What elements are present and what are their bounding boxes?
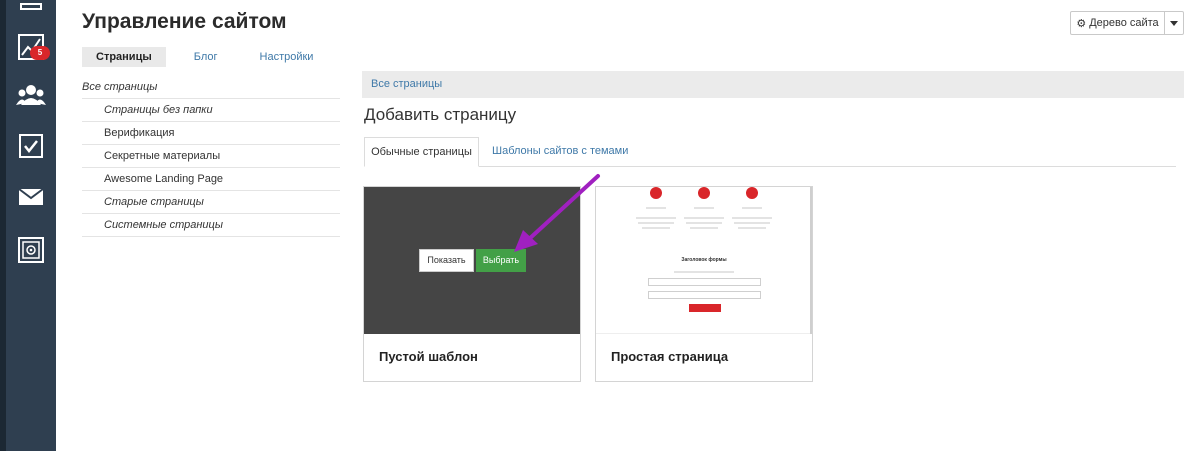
template-caption: Пустой шаблон <box>379 349 478 364</box>
preview-text-line <box>684 217 724 219</box>
folder-old-pages[interactable]: Старые страницы <box>82 191 340 214</box>
template-caption: Простая страница <box>611 349 729 364</box>
chevron-down-icon <box>1170 20 1178 26</box>
template-card-simple[interactable]: Заголовок формы Простая страница <box>595 186 813 382</box>
nav-item-settings[interactable] <box>6 225 56 275</box>
nav-item-top[interactable] <box>6 0 56 14</box>
preview-text-line <box>694 207 714 209</box>
nav-item-users[interactable] <box>6 70 56 120</box>
preview-input <box>648 278 761 286</box>
checkbox-icon <box>19 134 43 158</box>
preview-text-line <box>742 207 762 209</box>
preview-feature-icon <box>650 187 662 199</box>
preview-text-line <box>686 222 722 224</box>
template-preview-blank: Показать Выбрать <box>364 187 580 334</box>
site-tree-main[interactable]: ⚙ Дерево сайта <box>1071 12 1165 34</box>
folder-list: Все страницы Страницы без папки Верифика… <box>82 76 340 237</box>
preview-text-line <box>738 227 766 229</box>
safe-icon <box>18 237 44 263</box>
template-tabs: Обычные страницы Шаблоны сайтов с темами <box>364 137 1176 167</box>
preview-text-line <box>642 227 670 229</box>
folder-no-folder[interactable]: Страницы без папки <box>82 99 340 122</box>
tab-blog[interactable]: Блог <box>180 47 232 67</box>
nav-item-statistics[interactable] <box>6 22 56 72</box>
preview-form-subtitle <box>674 271 734 273</box>
preview-text-line <box>690 227 718 229</box>
gear-icon: ⚙ <box>1076 17 1087 30</box>
preview-text-line <box>732 217 772 219</box>
section-title: Добавить страницу <box>364 105 517 124</box>
preview-text-line <box>646 207 666 209</box>
tab-pages[interactable]: Страницы <box>82 47 166 67</box>
preview-text-line <box>636 217 676 219</box>
tab-themed-templates[interactable]: Шаблоны сайтов с темами <box>492 137 628 167</box>
template-card-blank[interactable]: Показать Выбрать Пустой шаблон <box>363 186 581 382</box>
folder-landing[interactable]: Awesome Landing Page <box>82 168 340 191</box>
tab-settings[interactable]: Настройки <box>246 47 328 67</box>
breadcrumb-all-pages[interactable]: Все страницы <box>371 78 442 90</box>
template-preview-simple: Заголовок формы <box>596 187 812 334</box>
folder-all-pages[interactable]: Все страницы <box>82 76 340 99</box>
site-tree-button[interactable]: ⚙ Дерево сайта <box>1070 11 1184 35</box>
site-tree-label: Дерево сайта <box>1089 17 1159 29</box>
tab-regular-pages[interactable]: Обычные страницы <box>364 137 479 167</box>
notification-badge: 5 <box>30 46 50 60</box>
preview-feature-icon <box>698 187 710 199</box>
preview-submit-button <box>689 304 721 312</box>
folder-system-pages[interactable]: Системные страницы <box>82 214 340 237</box>
preview-input <box>648 291 761 299</box>
preview-button[interactable]: Показать <box>419 249 474 272</box>
breadcrumb: Все страницы <box>362 71 1184 98</box>
folder-verification[interactable]: Верификация <box>82 122 340 145</box>
preview-text-line <box>638 222 674 224</box>
folder-secret[interactable]: Секретные материалы <box>82 145 340 168</box>
nav-item-mail[interactable] <box>6 172 56 222</box>
menu-icon <box>20 3 42 10</box>
preview-form-title: Заголовок формы <box>681 257 727 263</box>
site-tree-dropdown[interactable] <box>1165 12 1183 34</box>
left-navigation-bar: 5 <box>0 0 56 451</box>
page-title: Управление сайтом <box>82 10 287 33</box>
users-icon <box>16 85 46 105</box>
mail-icon <box>18 188 44 205</box>
select-button[interactable]: Выбрать <box>476 249 526 272</box>
nav-item-tasks[interactable] <box>6 121 56 171</box>
preview-feature-icon <box>746 187 758 199</box>
preview-scrollbar <box>810 187 812 334</box>
top-tabs: Страницы Блог Настройки <box>82 47 341 67</box>
preview-text-line <box>734 222 770 224</box>
